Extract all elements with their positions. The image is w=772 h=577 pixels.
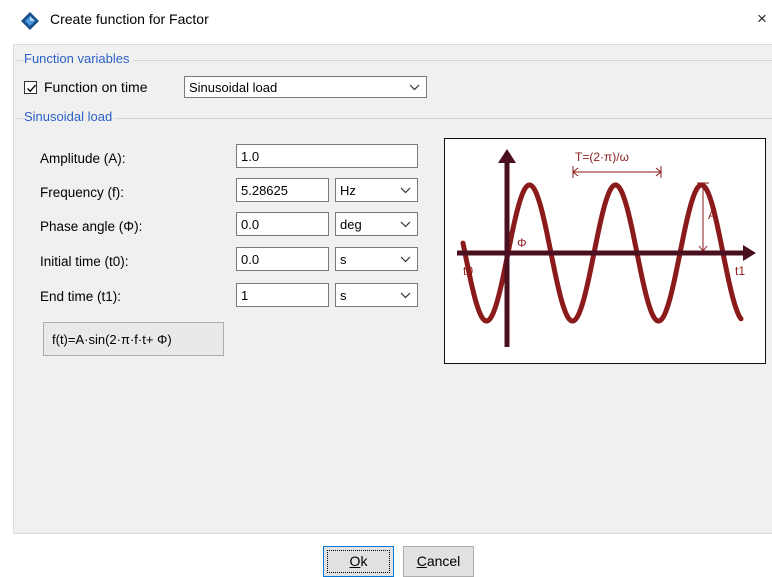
formula-text: f(t)=A·sin(2·π·f·t+ Φ) [52,332,172,347]
chevron-down-icon [400,256,411,263]
initial-time-unit-value: s [340,252,347,267]
sinusoid-figure: T=(2·π)/ω A Φ t0 t1 [457,149,756,347]
initial-time-unit-select[interactable]: s [335,247,418,271]
amplitude-value: 1.0 [241,149,260,164]
phase-label: Φ [517,236,527,250]
amplitude-label: A [708,208,716,222]
frequency-value: 5.28625 [241,183,288,198]
chevron-down-icon [409,84,420,91]
function-type-select[interactable]: Sinusoidal load [184,76,427,98]
diamond-app-icon [21,12,39,30]
phase-angle-label: Phase angle (Φ): [40,219,143,234]
function-type-value: Sinusoidal load [189,80,278,95]
frequency-input[interactable]: 5.28625 [236,178,329,202]
t0-label: t0 [463,264,473,278]
cancel-label: ancel [426,553,461,569]
ok-button[interactable]: Ok [323,546,394,577]
end-time-label: End time (t1): [40,289,122,304]
function-on-time-checkbox[interactable] [24,81,37,94]
close-icon[interactable]: × [757,9,767,29]
function-on-time-label: Function on time [44,79,148,95]
initial-time-input[interactable]: 0.0 [236,247,329,271]
end-time-unit-value: s [340,288,347,303]
amplitude-input[interactable]: 1.0 [236,144,418,168]
sinusoidal-load-group-title: Sinusoidal load [24,109,116,124]
phase-unit-select[interactable]: deg [335,212,418,236]
ok-mnemonic: O [349,553,361,569]
function-variables-group-title: Function variables [24,51,133,66]
cancel-button[interactable]: Cancel [403,546,474,577]
window-title: Create function for Factor [50,11,209,27]
title-bar: Create function for Factor × [0,0,772,40]
initial-time-value: 0.0 [241,252,260,267]
chevron-down-icon [400,292,411,299]
cancel-mnemonic: C [416,553,427,569]
group-divider [17,118,772,119]
phase-unit-value: deg [340,217,362,232]
frequency-label: Frequency (f): [40,185,125,200]
frequency-unit-value: Hz [340,183,356,198]
phase-angle-input[interactable]: 0.0 [236,212,329,236]
phase-angle-value: 0.0 [241,217,260,232]
checkmark-icon [27,84,37,93]
ok-label: k [360,553,368,569]
t1-label: t1 [735,264,745,278]
amplitude-label: Amplitude (A): [40,151,126,166]
formula-button[interactable]: f(t)=A·sin(2·π·f·t+ Φ) [43,322,224,356]
frequency-unit-select[interactable]: Hz [335,178,418,202]
period-label: T=(2·π)/ω [575,150,629,164]
end-time-input[interactable]: 1 [236,283,329,307]
sinusoid-diagram: T=(2·π)/ω A Φ t0 t1 [444,138,766,364]
end-time-value: 1 [241,288,249,303]
time-axis-arrow-icon [743,245,756,261]
end-time-unit-select[interactable]: s [335,283,418,307]
chevron-down-icon [400,187,411,194]
chevron-down-icon [400,221,411,228]
value-axis-arrow-icon [498,149,516,163]
initial-time-label: Initial time (t0): [40,254,129,269]
